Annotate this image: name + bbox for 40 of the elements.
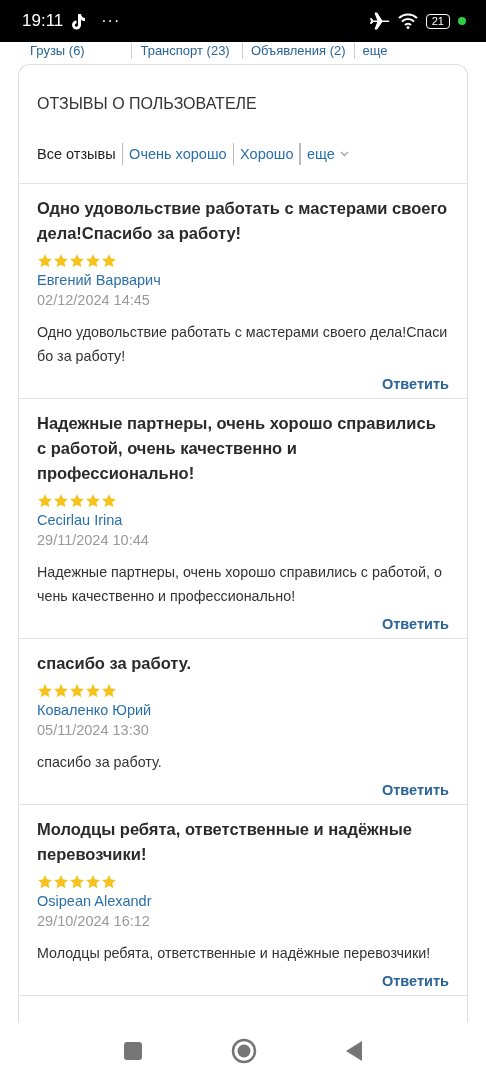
author-link[interactable]: Osipean Alexandr — [37, 893, 152, 909]
review-title: Молодцы ребята, ответственные и надёжные перевозчики! — [37, 819, 413, 865]
filter-link[interactable]: Хорошо — [240, 146, 294, 162]
review-date: 05/11/2024 13:30 — [37, 722, 150, 738]
review-date: 02/12/2024 14:45 — [37, 292, 151, 308]
profile-tab[interactable]: Грузы (6) — [30, 42, 124, 59]
filter-link[interactable]: еще — [307, 146, 349, 162]
back-icon[interactable] — [345, 1040, 363, 1062]
review-title: Надежные партнеры, очень хорошо справились с работой, очень качественно и профессионально! — [37, 413, 437, 484]
review-text: Молодцы ребята, ответственные и надёжные перевозчики! — [37, 944, 432, 963]
review-date: 29/11/2024 10:44 — [37, 532, 150, 548]
reply-link[interactable]: Ответить — [382, 376, 449, 392]
profile-tab[interactable]: Транспорт (23) — [140, 42, 234, 59]
caret-icon — [339, 151, 349, 157]
filter-link[interactable]: Все отзывы — [37, 146, 116, 162]
review-date: 29/10/2024 16:12 — [37, 913, 151, 929]
review-title: Одно удовольствие работать с мастерами своего дела!Спасибо за работу! — [37, 198, 449, 244]
author-link[interactable]: Cecirlau Irina — [37, 512, 123, 528]
review-text: Надежные партнеры, очень хорошо справились с работой, очень качественно и профессионально! — [37, 563, 443, 606]
review-title: спасибо за работу. — [37, 653, 193, 674]
reply-link[interactable]: Ответить — [382, 782, 449, 798]
profile-tab[interactable]: Объявления (2) — [250, 42, 346, 59]
reply-link[interactable]: Ответить — [382, 616, 449, 632]
battery-indicator: 21 — [425, 13, 450, 29]
more-notifications: ··· — [101, 12, 121, 30]
wifi-icon — [397, 13, 418, 29]
review-text: Одно удовольствие работать с мастерами своего дела!Спасибо за работу! — [37, 323, 449, 366]
reply-link[interactable]: Ответить — [382, 973, 449, 989]
author-link[interactable]: Евгений Варварич — [37, 272, 161, 288]
author-link[interactable]: Коваленко Юрий — [37, 702, 152, 718]
airplane-icon — [369, 12, 390, 30]
music-note-icon — [71, 12, 86, 30]
home-icon[interactable] — [231, 1038, 257, 1064]
recent-apps-icon[interactable] — [123, 1041, 143, 1061]
clock-time: 19:11 — [22, 11, 64, 31]
section-title: ОТЗЫВЫ О ПОЛЬЗОВАТЕЛЕ — [36, 94, 258, 113]
profile-tab[interactable]: еще — [362, 42, 456, 59]
filter-link[interactable]: Очень хорошо — [129, 146, 227, 162]
review-text: спасибо за работу. — [37, 753, 163, 772]
status-dot — [458, 17, 466, 25]
